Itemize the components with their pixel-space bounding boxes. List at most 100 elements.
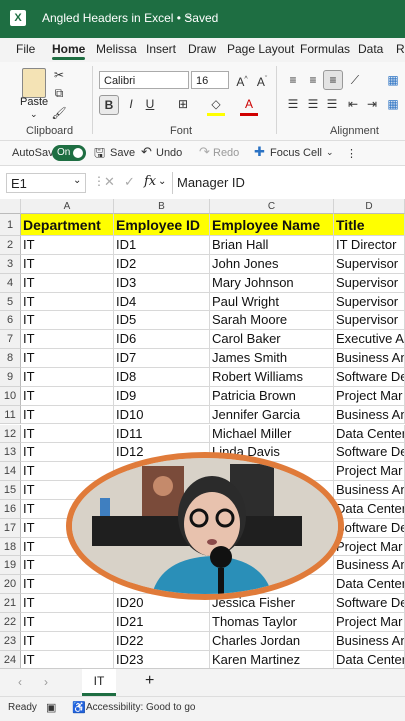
add-sheet-button[interactable]: + bbox=[145, 672, 154, 690]
row-header[interactable]: 21 bbox=[0, 594, 21, 613]
table-cell[interactable]: Software De bbox=[334, 518, 405, 538]
table-cell[interactable]: IT bbox=[21, 273, 114, 293]
row-header[interactable]: 5 bbox=[0, 292, 21, 312]
header-cell-employee-name[interactable]: Employee Name bbox=[210, 214, 334, 236]
copy-icon[interactable]: ⧉ bbox=[50, 84, 68, 102]
align-top-icon[interactable]: ≡ bbox=[284, 71, 302, 89]
row-header[interactable]: 11 bbox=[0, 405, 21, 425]
row-header[interactable]: 9 bbox=[0, 367, 21, 387]
paste-button[interactable]: Paste bbox=[20, 96, 48, 108]
increase-indent-icon[interactable]: ⇥ bbox=[363, 95, 381, 113]
row-header[interactable]: 14 bbox=[0, 462, 21, 482]
focus-cell-icon[interactable]: ✚ bbox=[254, 144, 265, 160]
borders-icon[interactable]: ⊞ bbox=[174, 95, 192, 113]
table-cell[interactable]: Robert Williams bbox=[210, 367, 334, 387]
table-cell[interactable]: ID5 bbox=[114, 311, 210, 331]
row-header-1[interactable]: 1 bbox=[0, 214, 21, 236]
table-cell[interactable]: IT bbox=[21, 594, 114, 613]
table-cell[interactable]: IT bbox=[21, 631, 114, 651]
table-cell[interactable]: Data Center bbox=[334, 424, 405, 444]
table-cell[interactable]: IT bbox=[21, 236, 114, 255]
accessibility-status[interactable]: Accessibility: Good to go bbox=[86, 702, 196, 713]
chevron-down-icon[interactable]: ⌄ bbox=[73, 175, 81, 186]
insert-function-button[interactable]: fx bbox=[144, 174, 156, 189]
font-size-select[interactable]: 16 bbox=[191, 71, 229, 89]
row-header[interactable]: 2 bbox=[0, 236, 21, 255]
row-header[interactable]: 20 bbox=[0, 575, 21, 595]
orientation-icon[interactable]: ⟋ bbox=[346, 71, 364, 89]
grow-font-icon[interactable]: A^ bbox=[233, 71, 251, 89]
header-cell-title[interactable]: Title bbox=[334, 214, 405, 236]
row-header[interactable]: 7 bbox=[0, 330, 21, 350]
table-cell[interactable]: ID1 bbox=[114, 236, 210, 255]
decrease-indent-icon[interactable]: ⇤ bbox=[344, 95, 362, 113]
chevron-down-icon[interactable]: ⌄ bbox=[326, 147, 334, 158]
cut-icon[interactable]: ✂ bbox=[50, 66, 68, 84]
align-left-icon[interactable]: ☰ bbox=[284, 95, 302, 113]
row-header[interactable]: 13 bbox=[0, 443, 21, 463]
table-cell[interactable]: Business An bbox=[334, 481, 405, 500]
row-header[interactable]: 16 bbox=[0, 499, 21, 519]
table-cell[interactable]: Project Mar bbox=[334, 462, 405, 482]
table-cell[interactable]: ID2 bbox=[114, 254, 210, 274]
merge-center-icon[interactable]: ▦ bbox=[384, 95, 402, 113]
table-cell[interactable]: IT bbox=[21, 443, 114, 463]
redo-button[interactable]: Redo bbox=[213, 147, 239, 159]
tab-melissa[interactable]: Melissa bbox=[96, 42, 137, 56]
table-cell[interactable]: Jennifer Garcia bbox=[210, 405, 334, 425]
table-cell[interactable]: IT bbox=[21, 349, 114, 368]
table-cell[interactable]: ID4 bbox=[114, 292, 210, 312]
undo-button[interactable]: Undo bbox=[156, 147, 182, 159]
row-header[interactable]: 19 bbox=[0, 556, 21, 576]
paste-icon[interactable] bbox=[22, 68, 46, 98]
table-cell[interactable]: Project Mar bbox=[334, 537, 405, 557]
redo-icon[interactable]: ↷ bbox=[199, 144, 210, 160]
row-header[interactable]: 12 bbox=[0, 424, 21, 444]
table-cell[interactable]: Supervisor bbox=[334, 273, 405, 293]
shrink-font-icon[interactable]: Aˇ bbox=[253, 71, 271, 89]
table-cell[interactable]: Paul Wright bbox=[210, 292, 334, 312]
table-cell[interactable]: IT bbox=[21, 386, 114, 406]
row-header[interactable]: 8 bbox=[0, 349, 21, 368]
italic-button[interactable]: I bbox=[122, 95, 140, 113]
table-cell[interactable]: Project Mar bbox=[334, 386, 405, 406]
font-color-icon[interactable]: A bbox=[240, 95, 258, 116]
table-cell[interactable]: IT bbox=[21, 367, 114, 387]
table-cell[interactable]: ID11 bbox=[114, 424, 210, 444]
table-cell[interactable]: Supervisor bbox=[334, 292, 405, 312]
table-cell[interactable]: IT bbox=[21, 424, 114, 444]
tab-draw[interactable]: Draw bbox=[188, 42, 216, 56]
table-cell[interactable]: ID21 bbox=[114, 613, 210, 632]
bold-button[interactable]: B bbox=[99, 95, 119, 115]
table-cell[interactable]: IT bbox=[21, 254, 114, 274]
row-header[interactable]: 4 bbox=[0, 273, 21, 293]
row-header[interactable]: 3 bbox=[0, 254, 21, 274]
table-cell[interactable]: IT bbox=[21, 311, 114, 331]
header-cell-employee-id[interactable]: Employee ID bbox=[114, 214, 210, 236]
underline-button[interactable]: U bbox=[141, 95, 159, 113]
chevron-down-icon[interactable]: ⌄ bbox=[185, 10, 193, 21]
autosave-toggle[interactable]: On bbox=[52, 145, 86, 161]
table-cell[interactable]: IT bbox=[21, 613, 114, 632]
table-cell[interactable]: Business An bbox=[334, 349, 405, 368]
table-cell[interactable]: IT bbox=[21, 330, 114, 350]
table-cell[interactable]: Patricia Brown bbox=[210, 386, 334, 406]
table-cell[interactable]: Data Center bbox=[334, 499, 405, 519]
table-cell[interactable]: ID6 bbox=[114, 330, 210, 350]
column-header-a[interactable]: A bbox=[21, 199, 114, 214]
tab-formulas[interactable]: Formulas bbox=[300, 42, 350, 56]
tab-review[interactable]: Re bbox=[396, 42, 405, 56]
table-cell[interactable]: ID23 bbox=[114, 650, 210, 670]
table-cell[interactable]: ID10 bbox=[114, 405, 210, 425]
align-center-icon[interactable]: ☰ bbox=[304, 95, 322, 113]
column-header-c[interactable]: C bbox=[210, 199, 334, 214]
cancel-icon[interactable]: ✕ bbox=[104, 174, 115, 190]
undo-icon[interactable]: ↶ bbox=[141, 144, 152, 160]
tab-home[interactable]: Home bbox=[52, 42, 86, 60]
table-cell[interactable]: Supervisor bbox=[334, 254, 405, 274]
table-cell[interactable]: IT bbox=[21, 405, 114, 425]
table-cell[interactable]: Business An bbox=[334, 556, 405, 576]
row-header[interactable]: 18 bbox=[0, 537, 21, 557]
accessibility-icon[interactable]: ♿ bbox=[72, 701, 86, 714]
sheet-tab-it[interactable]: IT bbox=[82, 669, 116, 696]
